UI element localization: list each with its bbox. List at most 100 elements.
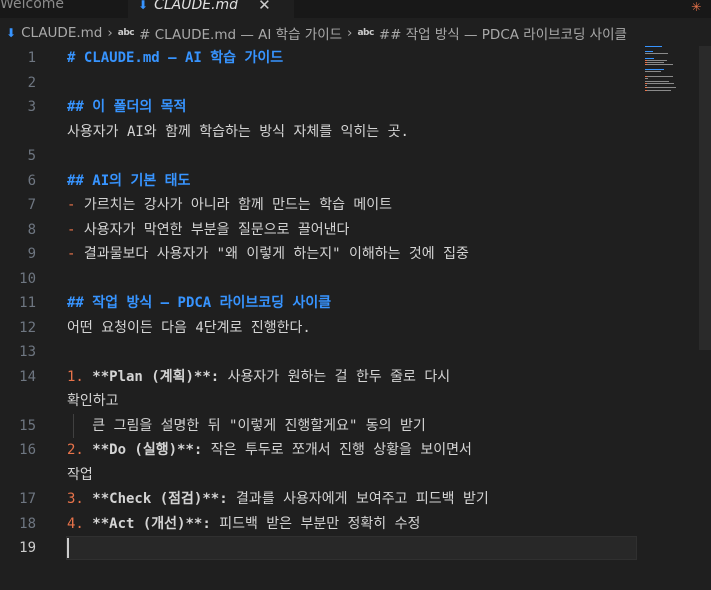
code-token: 가르치는 강사가 아니라 함께 만드는 학습 메이트 bbox=[75, 197, 393, 213]
code-line[interactable]: 14 1. **Plan (계획)**: 사용자가 원하는 걸 한두 줄로 다시 bbox=[0, 365, 711, 389]
code-line[interactable]: 3 ## 이 폴더의 목적 bbox=[0, 95, 711, 119]
code-token: ## 이 폴더의 목적 bbox=[67, 99, 187, 115]
markdown-icon: ⬇ bbox=[138, 0, 149, 12]
minimap-line bbox=[647, 87, 659, 89]
code-text: 1. **Plan (계획)**: 사용자가 원하는 걸 한두 줄로 다시 bbox=[67, 365, 450, 389]
code-line[interactable]: 8 - 사용자가 막연한 부분을 질문으로 끌어낸다 bbox=[0, 218, 711, 242]
editor[interactable]: 1 # CLAUDE.md — AI 학습 가이드 2 3 ## 이 폴더의 목적사용자… bbox=[0, 46, 711, 590]
minimap-line bbox=[645, 69, 664, 70]
code-line[interactable]: 11 ## 작업 방식 — PDCA 라이브코딩 사이클 bbox=[0, 291, 711, 315]
minimap-line bbox=[645, 80, 669, 82]
code-line[interactable]: 사용자가 AI와 함께 학습하는 방식 자체를 익히는 곳. bbox=[0, 120, 711, 144]
line-number: 16 bbox=[19, 442, 36, 458]
code-token: 1. bbox=[67, 369, 84, 385]
scrollbar-thumb[interactable] bbox=[699, 46, 711, 350]
minimap-line bbox=[645, 57, 654, 59]
minimap-line bbox=[647, 64, 673, 66]
code-token: 어떤 요청이든 다음 4단계로 진행한다. bbox=[67, 320, 311, 336]
line-number: 9 bbox=[27, 246, 36, 262]
code-text: - 가르치는 강사가 아니라 함께 만드는 학습 메이트 bbox=[67, 193, 392, 217]
minimap-line bbox=[645, 46, 663, 47]
code-line[interactable]: 13 bbox=[0, 340, 711, 364]
code-line[interactable]: 10 bbox=[0, 267, 711, 291]
code-text: 어떤 요청이든 다음 4단계로 진행한다. bbox=[67, 316, 311, 340]
code-line[interactable]: 확인하고 bbox=[0, 389, 711, 413]
tab-claude-md[interactable]: ⬇ CLAUDE.md ✕ bbox=[128, 0, 294, 18]
code-token: 작업 bbox=[67, 467, 93, 483]
code-text: 사용자가 AI와 함께 학습하는 방식 자체를 익히는 곳. bbox=[67, 120, 409, 144]
code-line[interactable]: 작업 bbox=[0, 463, 711, 487]
code-text: 작업 bbox=[67, 463, 93, 487]
code-token: 사용자가 막연한 부분을 질문으로 끌어낸다 bbox=[75, 222, 350, 238]
tab-bar: Welcome ⬇ CLAUDE.md ✕ ✳ bbox=[0, 0, 711, 18]
line-number: 3 bbox=[27, 99, 36, 115]
code-token: **Do (실행)**: bbox=[83, 442, 203, 458]
line-number: 5 bbox=[27, 148, 36, 164]
tab-claude-md-label: CLAUDE.md bbox=[154, 0, 239, 13]
code-token: 3. bbox=[67, 491, 84, 507]
code-text: - 결과물보다 사용자가 "왜 이렇게 하는지" 이해하는 것에 집중 bbox=[67, 242, 469, 266]
minimap-line bbox=[645, 78, 648, 80]
line-number: 18 bbox=[19, 516, 36, 532]
line-number: 19 bbox=[19, 540, 36, 556]
breadcrumb-label: # CLAUDE.md — AI 학습 가이드 bbox=[139, 27, 343, 43]
code-line[interactable]: 12 어떤 요청이든 다음 4단계로 진행한다. bbox=[0, 316, 711, 340]
minimap-line bbox=[645, 85, 647, 87]
code-token: 작은 투두로 쪼개서 진행 상황을 보이면서 bbox=[202, 442, 472, 458]
code-line[interactable]: 17 3. **Check (점검)**: 결과를 사용자에게 보여주고 피드백 … bbox=[0, 487, 711, 511]
minimap-line bbox=[645, 71, 661, 73]
code-line[interactable]: 18 4. **Act (개선)**: 피드백 받은 부분만 정확히 수정 bbox=[0, 512, 711, 536]
chevron-right-icon: › bbox=[347, 25, 353, 41]
code-line[interactable]: 9 - 결과물보다 사용자가 "왜 이렇게 하는지" 이해하는 것에 집중 bbox=[0, 242, 711, 266]
tab-welcome[interactable]: Welcome bbox=[0, 0, 64, 18]
claude-spark-icon[interactable]: ✳ bbox=[691, 0, 701, 15]
breadcrumb-label: ## 작업 방식 — PDCA 라이브코딩 사이클 bbox=[378, 27, 627, 43]
close-icon[interactable]: ✕ bbox=[258, 0, 271, 14]
code-text: ## 이 폴더의 목적 bbox=[67, 95, 186, 119]
code-token: # CLAUDE.md — AI 학습 가이드 bbox=[67, 50, 284, 66]
minimap[interactable] bbox=[645, 46, 695, 96]
code-token: **Check (점검)**: bbox=[83, 491, 228, 507]
line-number: 8 bbox=[27, 222, 36, 238]
line-number: 1 bbox=[27, 50, 36, 66]
code-token: 큰 그림을 설명한 뒤 "이렇게 진행할게요" 동의 받기 bbox=[67, 418, 426, 434]
breadcrumb-item-file[interactable]: ⬇ CLAUDE.md bbox=[0, 25, 102, 41]
minimap-line bbox=[647, 82, 657, 84]
code-line[interactable]: 16 2. **Do (실행)**: 작은 투두로 쪼개서 진행 상황을 보이면서 bbox=[0, 438, 711, 462]
code-token: 결과를 사용자에게 보여주고 피드백 받기 bbox=[227, 491, 489, 507]
code-line[interactable]: 2 bbox=[0, 71, 711, 95]
code-token: 사용자가 원하는 걸 한두 줄로 다시 bbox=[219, 369, 451, 385]
code-token: ## 작업 방식 — PDCA 라이브코딩 사이클 bbox=[67, 295, 332, 311]
code-text: 4. **Act (개선)**: 피드백 받은 부분만 정확히 수정 bbox=[67, 512, 420, 536]
minimap-line bbox=[647, 62, 665, 64]
code-text: - 사용자가 막연한 부분을 질문으로 끌어낸다 bbox=[67, 218, 349, 242]
markdown-icon: ⬇ bbox=[6, 26, 17, 40]
code-token: 확인하고 bbox=[67, 393, 119, 409]
code-line[interactable]: 1 # CLAUDE.md — AI 학습 가이드 bbox=[0, 46, 711, 70]
code-text: ## 작업 방식 — PDCA 라이브코딩 사이클 bbox=[67, 291, 331, 315]
code-text: 큰 그림을 설명한 뒤 "이렇게 진행할게요" 동의 받기 bbox=[67, 414, 426, 438]
code-line[interactable]: 19 bbox=[0, 536, 711, 560]
breadcrumb-item-heading2[interactable]: abc ## 작업 방식 — PDCA 라이브코딩 사이클 bbox=[357, 23, 626, 43]
code-line[interactable]: 7 - 가르치는 강사가 아니라 함께 만드는 학습 메이트 bbox=[0, 193, 711, 217]
code-line[interactable]: 6 ## AI의 기본 태도 bbox=[0, 169, 711, 193]
indent-guide bbox=[73, 414, 74, 438]
code-token: 2. bbox=[67, 442, 84, 458]
minimap-line bbox=[659, 87, 676, 89]
code-text: 3. **Check (점검)**: 결과를 사용자에게 보여주고 피드백 받기 bbox=[67, 487, 489, 511]
code-token: 결과물보다 사용자가 "왜 이렇게 하는지" 이해하는 것에 집중 bbox=[75, 246, 469, 262]
line-number: 6 bbox=[27, 173, 36, 189]
tab-welcome-label: Welcome bbox=[0, 0, 65, 12]
breadcrumb-item-heading1[interactable]: abc # CLAUDE.md — AI 학습 가이드 bbox=[118, 23, 342, 43]
line-number: 7 bbox=[27, 197, 36, 213]
line-number: 2 bbox=[27, 75, 36, 91]
code-token: 피드백 받은 부분만 정확히 수정 bbox=[210, 516, 421, 532]
code-token: 사용자가 AI와 함께 학습하는 방식 자체를 익히는 곳. bbox=[67, 124, 409, 140]
abc-symbol-icon: abc bbox=[117, 28, 135, 38]
code-line[interactable]: 15 큰 그림을 설명한 뒤 "이렇게 진행할게요" 동의 받기 bbox=[0, 414, 711, 438]
minimap-line bbox=[658, 75, 674, 77]
code-line[interactable]: 5 bbox=[0, 144, 711, 168]
minimap-line bbox=[656, 82, 674, 84]
minimap-line bbox=[657, 89, 671, 91]
breadcrumb-label: CLAUDE.md bbox=[21, 25, 103, 41]
